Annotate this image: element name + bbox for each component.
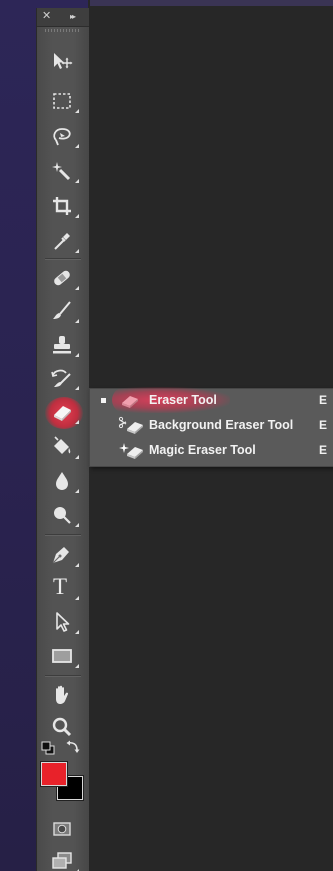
flyout-item-eraser-tool[interactable]: Eraser Tool E [90,387,333,413]
collapse-panel-icon[interactable]: ▸▸ [70,10,76,24]
brush-tool[interactable] [43,296,83,326]
eraser-tool[interactable] [43,397,83,429]
type-tool[interactable]: T [43,573,83,603]
pen-tool[interactable] [43,540,83,570]
rectangle-shape-icon [52,649,72,663]
history-brush-icon [51,369,71,387]
move-tool[interactable] [43,46,83,76]
default-colors-button[interactable] [41,741,55,755]
active-tool-marker [101,398,106,403]
screen-mode-icon [52,852,72,869]
lasso-tool[interactable] [43,121,83,151]
tools-panel-header[interactable]: ✕ ▸▸ [37,8,89,27]
dodge-icon [54,507,71,524]
healing-brush-tool[interactable] [43,263,83,293]
toolbar-separator [45,534,81,536]
flyout-item-label: Magic Eraser Tool [149,443,256,457]
magic-wand-tool[interactable] [43,156,83,186]
flyout-item-shortcut: E [319,443,328,457]
foreground-color-swatch[interactable] [41,762,67,786]
flyout-item-background-eraser-tool[interactable]: Background Eraser Tool E [90,414,333,438]
paint-bucket-icon [54,436,71,454]
eraser-tool-flyout-menu: Eraser Tool E Background Eraser Tool E M… [89,387,333,467]
swap-arrow-icon [66,740,80,753]
flyout-item-label: Eraser Tool [149,393,217,407]
eyedropper-icon [54,233,70,250]
photoshop-window: ✕ ▸▸ T Eraser Tool E Background Eraser T… [0,0,333,871]
flyout-item-shortcut: E [319,418,328,432]
hand-icon [56,685,69,704]
stamp-icon [53,336,71,354]
workspace-top-edge [90,0,333,6]
marquee-tool[interactable] [43,86,83,116]
background-eraser-icon [118,416,143,434]
crop-tool[interactable] [43,191,83,221]
bandage-icon [54,270,70,286]
type-icon: T [53,574,68,599]
magic-eraser-icon [119,443,143,459]
history-brush-tool[interactable] [43,363,83,393]
lasso-icon [53,128,71,146]
magnifier-icon [52,717,72,737]
swap-colors-button[interactable] [65,739,81,755]
toolbar-separator [45,258,81,260]
quick-mask-icon [53,822,71,836]
path-selection-tool[interactable] [43,607,83,637]
blur-tool[interactable] [43,466,83,496]
drop-icon [56,472,68,490]
crop-icon [53,197,71,215]
dodge-tool[interactable] [43,500,83,530]
quick-mask-button[interactable] [43,814,83,844]
magic-wand-icon [52,162,71,181]
default-colors-icon [41,741,55,755]
flyout-item-label: Background Eraser Tool [149,418,294,432]
flyout-item-magic-eraser-tool[interactable]: Magic Eraser Tool E [90,439,333,463]
eyedropper-tool[interactable] [43,226,83,256]
eraser-icon [54,406,71,421]
paint-bucket-tool[interactable] [43,432,83,462]
rect-marquee-icon [53,93,71,109]
screen-mode-button[interactable] [43,846,83,871]
path-select-arrow-icon [56,612,70,632]
tools-panel: ✕ ▸▸ T [36,8,89,871]
hand-tool[interactable] [43,680,83,710]
flyout-item-shortcut: E [319,393,328,407]
pen-nib-icon [52,547,69,564]
eraser-icon [122,396,138,408]
brush-icon [53,301,71,319]
move-arrow-icon [54,53,73,69]
clone-stamp-tool[interactable] [43,330,83,360]
close-panel-icon[interactable]: ✕ [42,9,51,23]
rectangle-tool[interactable] [43,641,83,671]
toolbar-separator [45,675,81,677]
panel-grip[interactable] [45,29,81,32]
zoom-tool[interactable] [43,712,83,742]
